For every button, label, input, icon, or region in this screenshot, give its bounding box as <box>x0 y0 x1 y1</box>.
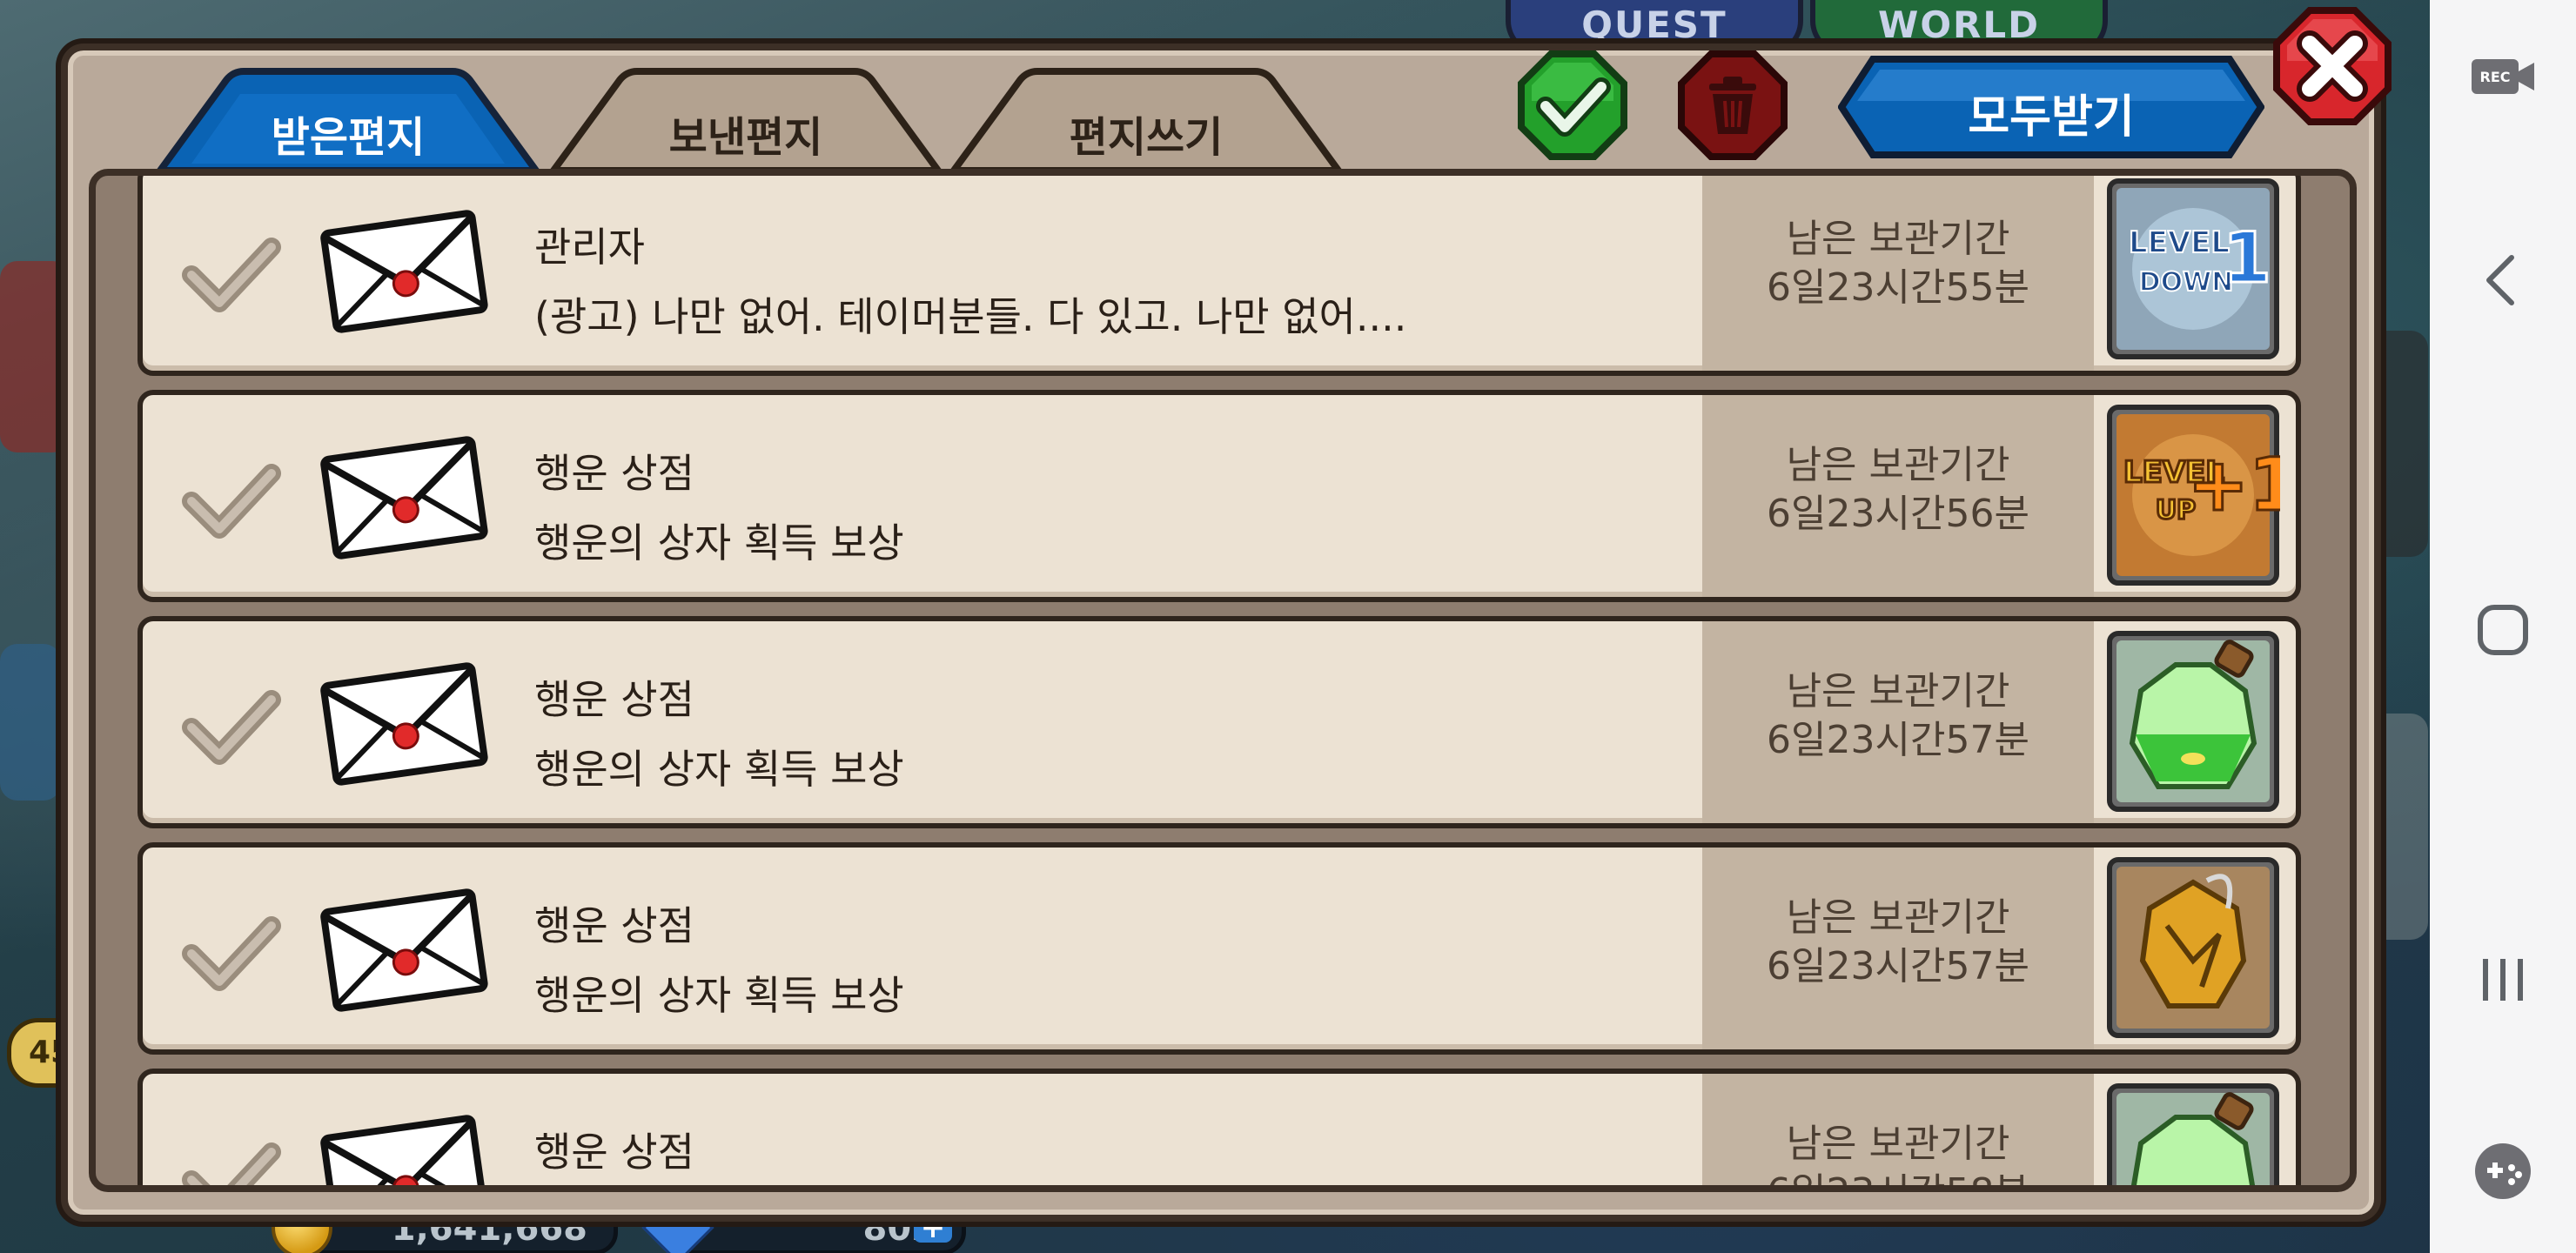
side-decoration <box>0 644 61 801</box>
mail-subject: 행운의 상자 획득 보상 <box>534 972 904 1019</box>
delete-button[interactable] <box>1676 49 1789 162</box>
receive-all-label: 모두받기 <box>1968 91 2135 144</box>
home-icon[interactable] <box>2468 595 2538 665</box>
green-potion-icon[interactable] <box>2106 1082 2280 1185</box>
mail-sender: 행운 상점 <box>534 902 694 949</box>
retention-time: 6일23시간57분 <box>1767 718 2029 762</box>
recent-apps-icon[interactable] <box>2468 945 2538 1015</box>
mail-sender: 행운 상점 <box>534 676 694 723</box>
tab-compose[interactable]: 편지쓰기 <box>950 68 1342 172</box>
receive-all-button[interactable]: 모두받기 <box>1838 56 2264 158</box>
level-up-1-icon[interactable]: LEVEL UP +1 <box>2106 404 2296 586</box>
checkmark-icon[interactable] <box>178 444 285 552</box>
retention-box: 남은 보관기간 6일23시간57분 <box>1702 848 2094 1049</box>
retention-box: 남은 보관기간 6일23시간55분 <box>1702 176 2094 371</box>
reward-text-number: +1 <box>2188 442 2280 527</box>
mail-list[interactable]: 관리자 (광고) 나만 없어. 테이머분들. 다 있고. 나만 없어.... 남… <box>89 169 2357 1192</box>
retention-box: 남은 보관기간 6일23시간58분 <box>1702 1074 2094 1185</box>
mail-row[interactable]: 행운 상점 행운의 상자 획득 보상 남은 보관기간 6일23시간56분 LEV… <box>138 390 2301 602</box>
envelope-icon <box>317 204 491 334</box>
trash-icon <box>1678 50 1788 160</box>
tab-inbox[interactable]: 받은편지 <box>157 68 540 172</box>
retention-box: 남은 보관기간 6일23시간57분 <box>1702 621 2094 823</box>
checkmark-icon[interactable] <box>178 670 285 778</box>
close-button[interactable] <box>2271 5 2393 127</box>
retention-label: 남은 보관기간 <box>1786 1122 2010 1166</box>
checkmark-icon[interactable] <box>178 1122 285 1185</box>
close-icon <box>2273 7 2392 125</box>
checkmark-icon[interactable] <box>178 218 285 325</box>
tab-label: 받은편지 <box>271 113 426 162</box>
envelope-icon <box>317 1109 491 1185</box>
tab-label: 보낸편지 <box>668 113 823 162</box>
mail-row[interactable]: 행운 상점 행운의 상자 획득 보상 남은 보관기간 6일23시간57분 <box>138 842 2301 1055</box>
mail-subject: 행운의 상자 획득 보상 <box>534 746 904 793</box>
rec-label: REC <box>2480 69 2511 85</box>
mail-row[interactable]: 행운 상점 행운의 상자 획득 보상 남은 보관기간 6일23시간57분 <box>138 616 2301 828</box>
envelope-icon <box>317 656 491 787</box>
android-navigation-bar: REC <box>2430 0 2576 1253</box>
mail-sender: 관리자 <box>534 224 645 271</box>
retention-label: 남은 보관기간 <box>1786 217 2010 261</box>
retention-label: 남은 보관기간 <box>1786 443 2010 487</box>
level-down-1-icon[interactable]: LEVEL DOWN 1 <box>2106 178 2280 360</box>
mail-subject: (광고) 나만 없어. 테이머분들. 다 있고. 나만 없어.... <box>534 293 1407 340</box>
mail-sender: 행운 상점 <box>534 450 694 497</box>
side-decoration <box>0 261 70 452</box>
reward-text-line2: DOWN <box>2139 267 2234 298</box>
game-tools-icon[interactable] <box>2468 1136 2538 1206</box>
envelope-icon <box>317 882 491 1013</box>
reward-text-number: 1 <box>2223 218 2271 298</box>
checkmark-icon[interactable] <box>178 896 285 1004</box>
retention-label: 남은 보관기간 <box>1786 669 2010 714</box>
mail-subject: 행운의 상자 획득 보상 <box>534 519 904 566</box>
retention-time: 6일23시간58분 <box>1702 1161 2094 1185</box>
gold-egg-icon[interactable] <box>2106 856 2280 1039</box>
mail-sender: 행운 상점 <box>534 1129 694 1176</box>
retention-time: 6일23시간56분 <box>1767 492 2029 536</box>
retention-time: 6일23시간57분 <box>1767 944 2029 988</box>
retention-box: 남은 보관기간 6일23시간56분 <box>1702 395 2094 597</box>
checkmark-icon <box>1518 50 1627 160</box>
tab-label: 편지쓰기 <box>1069 113 1224 162</box>
reward-text-line1: LEVEL <box>2129 225 2230 260</box>
back-icon[interactable] <box>2468 245 2538 315</box>
retention-label: 남은 보관기간 <box>1786 895 2010 940</box>
screen-record-icon[interactable]: REC <box>2468 50 2538 103</box>
green-potion-icon[interactable] <box>2106 630 2280 813</box>
mail-row[interactable]: 관리자 (광고) 나만 없어. 테이머분들. 다 있고. 나만 없어.... 남… <box>138 176 2301 376</box>
tab-sent[interactable]: 보낸편지 <box>550 68 942 172</box>
retention-time: 6일23시간55분 <box>1767 265 2029 310</box>
envelope-icon <box>317 430 491 560</box>
select-all-button[interactable] <box>1516 49 1629 162</box>
mail-row[interactable]: 행운 상점 남은 보관기간 6일23시간58분 <box>138 1069 2301 1185</box>
